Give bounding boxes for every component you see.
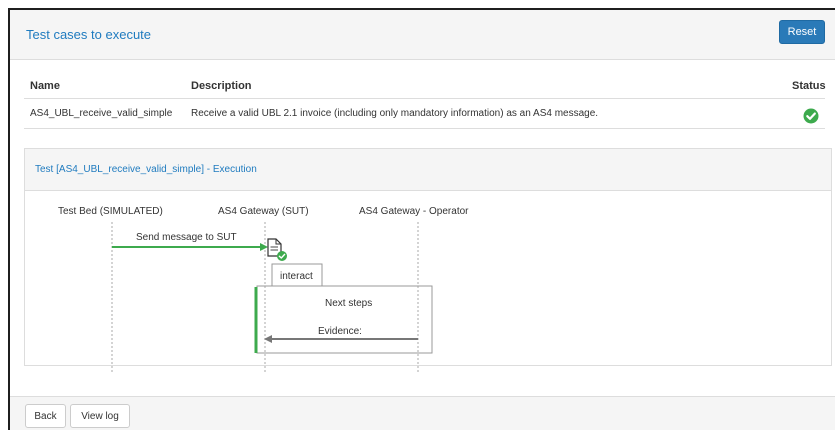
column-header-description: Description [191, 80, 252, 92]
test-case-name: AS4_UBL_receive_valid_simple [30, 108, 173, 119]
footer-bar [10, 396, 835, 430]
column-header-name: Name [30, 80, 60, 92]
row-divider [24, 128, 825, 129]
back-button[interactable]: Back [25, 404, 66, 428]
lane-label-gateway-sut: AS4 Gateway (SUT) [218, 206, 309, 217]
column-header-status: Status [792, 80, 826, 92]
reset-button[interactable]: Reset [779, 20, 825, 44]
header-divider [24, 98, 825, 99]
test-case-description: Receive a valid UBL 2.1 invoice (includi… [191, 108, 599, 119]
check-circle-icon [803, 108, 819, 124]
execution-panel-header: Test [AS4_UBL_receive_valid_simple] - Ex… [25, 149, 831, 191]
panel-title: Test cases to execute [26, 27, 152, 42]
execution-panel: Test [AS4_UBL_receive_valid_simple] - Ex… [24, 148, 832, 366]
lane-label-gateway-operator: AS4 Gateway - Operator [359, 206, 469, 217]
view-log-button[interactable]: View log [70, 404, 130, 428]
execution-title: Test [AS4_UBL_receive_valid_simple] - Ex… [35, 164, 257, 175]
lane-label-test-bed: Test Bed (SIMULATED) [58, 206, 163, 217]
